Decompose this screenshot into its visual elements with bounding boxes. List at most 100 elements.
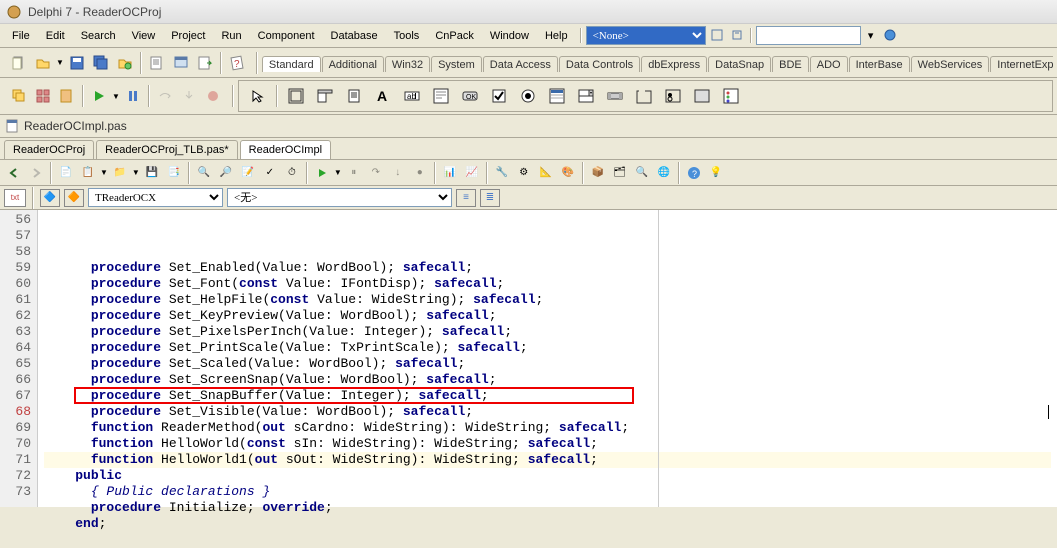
unit-tab[interactable]: ReaderOCProj_TLB.pas* [96,140,238,159]
palette-tab-standard[interactable]: Standard [262,56,321,72]
pause-button[interactable] [122,85,144,107]
listbox-component[interactable] [544,83,570,109]
editor-icon-5[interactable]: 📑 [164,163,184,183]
open-project-button[interactable] [114,52,136,74]
code-line[interactable]: procedure Set_Enabled(Value: WordBool); … [44,260,1051,276]
code-line[interactable]: procedure Set_HelpFile(const Value: Wide… [44,292,1051,308]
palette-tab-win32[interactable]: Win32 [385,56,430,72]
txt-icon[interactable]: txt [4,189,26,207]
code-line[interactable]: { Public declarations } [44,484,1051,500]
code-line[interactable]: procedure Set_SnapBuffer(Value: Integer)… [44,388,1051,404]
popupmenu-component[interactable] [341,83,367,109]
open-button[interactable] [32,52,54,74]
go-icon[interactable] [881,26,899,44]
run-dropdown-icon[interactable]: ▼ [112,92,120,101]
new-button[interactable] [8,52,30,74]
button-component[interactable]: OK [457,83,483,109]
code-line[interactable]: procedure Set_PixelsPerInch(Value: Integ… [44,324,1051,340]
editor-icon-16[interactable]: 📈 [462,163,482,183]
step-into-button[interactable] [178,85,200,107]
code-line[interactable]: procedure Set_KeyPreview(Value: WordBool… [44,308,1051,324]
code-line[interactable]: procedure Initialize; override; [44,500,1051,516]
menu-run[interactable]: Run [213,27,249,45]
editor-icon-17[interactable]: 🔧 [492,163,512,183]
code-line[interactable]: function HelloWorld1(out sOut: WideStrin… [44,452,1051,468]
menu-cnpack[interactable]: CnPack [427,27,482,45]
arrow-component[interactable] [245,83,271,109]
menu-project[interactable]: Project [163,27,213,45]
project-combo[interactable]: <None> [586,26,706,45]
nav-icon-1[interactable]: ≡ [456,189,476,207]
radiobutton-component[interactable] [515,83,541,109]
unit-tab[interactable]: ReaderOCImpl [240,140,331,159]
editor-icon-3[interactable]: 📁 [110,163,130,183]
dropdown-icon[interactable]: ▼ [56,58,64,67]
editor-icon-11[interactable]: ⏸ [344,163,364,183]
editor-icon-23[interactable]: 🔍 [632,163,652,183]
code-line[interactable]: procedure Set_Font(const Value: IFontDis… [44,276,1051,292]
palette-tab-datasnap[interactable]: DataSnap [708,56,771,72]
palette-tab-bde[interactable]: BDE [772,56,809,72]
editor-icon-2[interactable]: 📋 [78,163,98,183]
editor-icon-19[interactable]: 📐 [536,163,556,183]
checkbox-component[interactable] [486,83,512,109]
editor-icon-1[interactable]: 📄 [56,163,76,183]
panel-component[interactable] [689,83,715,109]
menu-database[interactable]: Database [323,27,386,45]
editor-icon-21[interactable]: 📦 [588,163,608,183]
editor-icon-9[interactable]: ✓ [260,163,280,183]
breakpoint-button[interactable] [202,85,224,107]
frames-component[interactable] [283,83,309,109]
procedure-combo[interactable]: <无> [227,188,452,207]
code-line[interactable]: procedure Set_ScreenSnap(Value: WordBool… [44,372,1051,388]
view-form-button[interactable] [170,52,192,74]
help-button[interactable]: ? [226,52,248,74]
run-icon[interactable] [312,163,332,183]
menu-view[interactable]: View [124,27,164,45]
editor-icon-22[interactable]: 🗂 [610,163,630,183]
palette-tab-data-controls[interactable]: Data Controls [559,56,640,72]
editor-icon-4[interactable]: 💾 [142,163,162,183]
bulb-icon[interactable]: 💡 [706,163,726,183]
arrange-button[interactable] [56,85,78,107]
unit-tab[interactable]: ReaderOCProj [4,140,94,159]
menu-tools[interactable]: Tools [386,27,428,45]
code-line[interactable]: function HelloWorld(const sIn: WideStrin… [44,436,1051,452]
palette-tab-data-access[interactable]: Data Access [483,56,558,72]
palette-tab-system[interactable]: System [431,56,482,72]
editor-icon-24[interactable]: 🌐 [654,163,674,183]
toolbar-icon-1[interactable] [708,26,726,44]
mainmenu-component[interactable] [312,83,338,109]
editor-icon-14[interactable]: ● [410,163,430,183]
editor-icon-12[interactable]: ↷ [366,163,386,183]
scrollbar-component[interactable] [602,83,628,109]
editor-icon-13[interactable]: ↓ [388,163,408,183]
search-combo[interactable] [756,26,861,45]
editor-icon-18[interactable]: ⚙ [514,163,534,183]
code-editor[interactable]: 565758596061626364656667686970717273 pro… [0,210,1057,507]
code-content[interactable]: procedure Set_Enabled(Value: WordBool); … [38,210,1057,507]
cascade-button[interactable] [8,85,30,107]
palette-tab-webservices[interactable]: WebServices [911,56,990,72]
menu-window[interactable]: Window [482,27,537,45]
toolbar-icon-2[interactable] [728,26,746,44]
toggle-button[interactable] [194,52,216,74]
palette-tab-additional[interactable]: Additional [322,56,384,72]
code-line[interactable]: public [44,468,1051,484]
code-line[interactable]: procedure Set_PrintScale(Value: TxPrintS… [44,340,1051,356]
editor-icon-6[interactable]: 🔍 [194,163,214,183]
menu-search[interactable]: Search [73,27,124,45]
palette-tab-dbexpress[interactable]: dbExpress [641,56,707,72]
back-button[interactable] [4,163,24,183]
code-line[interactable]: procedure Set_Scaled(Value: WordBool); s… [44,356,1051,372]
code-line[interactable] [44,532,1051,548]
editor-icon-10[interactable]: ⏱ [282,163,302,183]
tile-button[interactable] [32,85,54,107]
view-unit-button[interactable] [146,52,168,74]
palette-tab-internetexpress[interactable]: InternetExpress [990,56,1053,72]
run-button[interactable] [88,85,110,107]
class-combo[interactable]: TReaderOCX [88,188,223,207]
editor-icon-20[interactable]: 🎨 [558,163,578,183]
class-icon-2[interactable]: 🔶 [64,189,84,207]
step-over-button[interactable] [154,85,176,107]
